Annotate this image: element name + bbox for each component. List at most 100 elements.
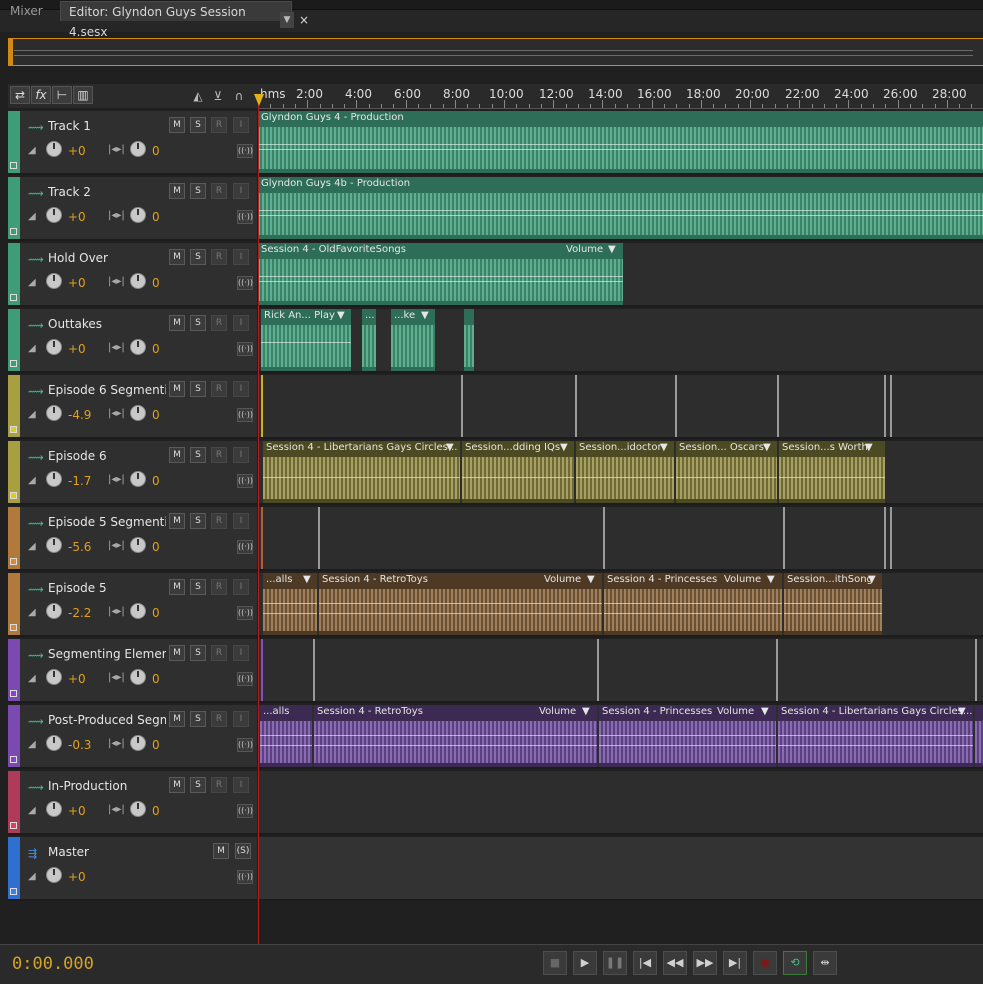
overview-range-handle[interactable]	[8, 39, 13, 65]
track-select-box[interactable]	[10, 690, 17, 697]
track-header[interactable]: ⟿ Track 1 M S R I ◢ +0 |◂▸| 0 ((·))	[8, 111, 257, 175]
volume-value[interactable]: -1.7	[68, 474, 91, 488]
track-lane[interactable]: Rick An... Play ▼ ... ...ke ▼	[258, 309, 983, 373]
track-lane[interactable]: ...alls Session 4 - RetroToys Volume ▼ S…	[258, 705, 983, 769]
snap-icon[interactable]: ⊻	[210, 88, 226, 104]
clip-menu-icon[interactable]: ▼	[582, 706, 590, 717]
track-name[interactable]: Outtakes	[48, 317, 166, 331]
volume-value[interactable]: +0	[68, 804, 86, 818]
track-header[interactable]: ⟿ Hold Over M S R I ◢ +0 |◂▸| 0 ((·))	[8, 243, 257, 307]
track-select-box[interactable]	[10, 162, 17, 169]
solo-button[interactable]: S	[190, 249, 206, 265]
volume-knob[interactable]	[46, 669, 62, 685]
audio-clip[interactable]: Session 4 - Libertarians Gays Circles...…	[778, 705, 973, 767]
pan-knob[interactable]	[130, 801, 146, 817]
segment-marker[interactable]	[261, 639, 263, 701]
solo-button[interactable]: S	[190, 183, 206, 199]
track-lane[interactable]: Session 4 - Libertarians Gays Circles...…	[258, 441, 983, 505]
track-select-box[interactable]	[10, 492, 17, 499]
monitor-input-button[interactable]: I	[233, 777, 249, 793]
track-select-box[interactable]	[10, 822, 17, 829]
monitor-input-button[interactable]: I	[233, 711, 249, 727]
skip-to-end-icon[interactable]: ▶|	[723, 951, 747, 975]
volume-knob[interactable]	[46, 537, 62, 553]
clip-menu-icon[interactable]: ▼	[608, 244, 616, 255]
close-tab-icon[interactable]: ×	[298, 12, 310, 28]
audio-clip[interactable]: ...alls ▼	[263, 573, 317, 635]
audio-clip[interactable]: Session 4 - Princesses Volume ▼	[599, 705, 776, 767]
tab-editor[interactable]: Editor: Glyndon Guys Session 4.sesx	[60, 1, 292, 39]
segment-marker[interactable]	[313, 639, 315, 701]
output-routing-icon[interactable]: ((·))	[237, 342, 253, 356]
output-routing-icon[interactable]: ((·))	[237, 672, 253, 686]
audio-clip[interactable]: Session 4 - Princesses Volume ▼	[604, 573, 782, 635]
mute-button[interactable]: M	[213, 843, 229, 859]
segment-marker[interactable]	[461, 375, 463, 437]
track-select-box[interactable]	[10, 624, 17, 631]
audio-clip[interactable]: Session... Oscars ▼	[676, 441, 777, 503]
audio-clip[interactable]: Glyndon Guys 4b - Production	[258, 177, 983, 239]
audio-clip[interactable]: Session 4 - RetroToys Volume ▼	[319, 573, 602, 635]
pan-knob[interactable]	[130, 537, 146, 553]
volume-value[interactable]: +0	[68, 672, 86, 686]
mute-button[interactable]: M	[169, 777, 185, 793]
track-select-box[interactable]	[10, 228, 17, 235]
track-name[interactable]: Hold Over	[48, 251, 166, 265]
audio-clip[interactable]: Session...idoctor ▼	[576, 441, 674, 503]
segment-marker[interactable]	[884, 507, 886, 569]
segment-marker[interactable]	[975, 639, 977, 701]
solo-button[interactable]: S	[190, 381, 206, 397]
clip-menu-icon[interactable]: ▼	[958, 706, 966, 717]
play-icon[interactable]: ▶	[573, 951, 597, 975]
segment-marker[interactable]	[603, 507, 605, 569]
volume-value[interactable]: +0	[68, 342, 86, 356]
mute-button[interactable]: M	[169, 117, 185, 133]
effects-toggle-icon[interactable]: fx	[31, 86, 51, 104]
track-header[interactable]: ⟿ Episode 5 M S R I ◢ -2.2 |◂▸| 0 ((·))	[8, 573, 257, 637]
arm-record-button[interactable]: R	[211, 447, 227, 463]
clip-menu-icon[interactable]: ▼	[763, 442, 771, 453]
output-routing-icon[interactable]: ((·))	[237, 738, 253, 752]
arm-record-button[interactable]: R	[211, 249, 227, 265]
volume-value[interactable]: -2.2	[68, 606, 91, 620]
clip-menu-icon[interactable]: ▼	[660, 442, 668, 453]
arm-record-button[interactable]: R	[211, 315, 227, 331]
track-lane[interactable]: Glyndon Guys 4b - Production	[258, 177, 983, 241]
segment-marker[interactable]	[776, 639, 778, 701]
audio-clip[interactable]: Glyndon Guys 4 - Production	[258, 111, 983, 173]
fast-forward-icon[interactable]: ▶▶	[693, 951, 717, 975]
volume-value[interactable]: -5.6	[68, 540, 91, 554]
track-name[interactable]: In-Production	[48, 779, 166, 793]
track-header[interactable]: ⟿ Episode 6 Segmentin M S R I ◢ -4.9 |◂▸…	[8, 375, 257, 439]
audio-clip[interactable]: Session 4 - RetroToys Volume ▼	[314, 705, 597, 767]
track-header[interactable]: ⟿ Outtakes M S R I ◢ +0 |◂▸| 0 ((·))	[8, 309, 257, 373]
track-select-box[interactable]	[10, 756, 17, 763]
clip-menu-icon[interactable]: ▼	[421, 310, 429, 321]
segment-marker[interactable]	[783, 507, 785, 569]
clip-menu-icon[interactable]: ▼	[560, 442, 568, 453]
volume-knob[interactable]	[46, 405, 62, 421]
monitor-input-button[interactable]: I	[233, 183, 249, 199]
mute-button[interactable]: M	[169, 249, 185, 265]
segment-marker[interactable]	[890, 507, 892, 569]
solo-button[interactable]: S	[190, 447, 206, 463]
arm-record-button[interactable]: R	[211, 381, 227, 397]
monitor-input-button[interactable]: I	[233, 315, 249, 331]
clip-volume-label[interactable]: Volume	[539, 706, 576, 717]
pan-knob[interactable]	[130, 207, 146, 223]
audio-clip[interactable]: Session 4 - Libertarians Gays Circles...…	[263, 441, 460, 503]
track-name[interactable]: Episode 5	[48, 581, 166, 595]
pan-value[interactable]: 0	[152, 540, 160, 554]
audio-clip[interactable]: Session...s Worth ▼	[779, 441, 885, 503]
track-lane[interactable]	[258, 771, 983, 835]
volume-value[interactable]: +0	[68, 276, 86, 290]
playhead-handle[interactable]	[254, 94, 264, 106]
output-routing-icon[interactable]: ((·))	[237, 408, 253, 422]
track-select-box[interactable]	[10, 558, 17, 565]
segment-marker[interactable]	[777, 375, 779, 437]
input-output-toggle-icon[interactable]: ⇄	[10, 86, 30, 104]
arm-record-button[interactable]: R	[211, 777, 227, 793]
monitor-input-button[interactable]: I	[233, 249, 249, 265]
pan-value[interactable]: 0	[152, 342, 160, 356]
track-name[interactable]: Episode 5 Segmentin	[48, 515, 166, 529]
